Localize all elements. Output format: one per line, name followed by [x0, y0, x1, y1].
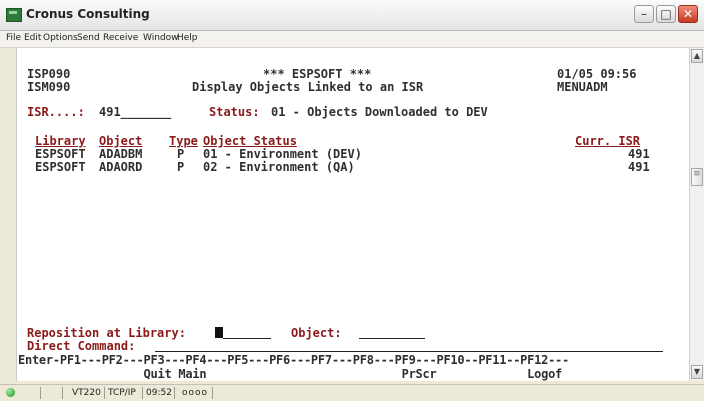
- row-type: P: [177, 160, 185, 174]
- library-field-blank: [223, 327, 271, 339]
- menu-options[interactable]: Options: [43, 33, 78, 43]
- menu-file[interactable]: File: [6, 33, 21, 43]
- protocol: TCP/IP: [106, 387, 143, 399]
- isr-input[interactable]: 491_______: [99, 106, 171, 119]
- window-title: Cronus Consulting: [26, 7, 150, 21]
- row-status: 02 - Environment (QA): [203, 160, 355, 174]
- direct-command-label: Direct Command:: [27, 339, 136, 353]
- status-time: 09:52: [144, 387, 175, 399]
- function-key-line[interactable]: Enter-PF1---PF2---PF3---PF4---PF5---PF6-…: [18, 354, 569, 367]
- menu-window[interactable]: Window: [143, 33, 179, 43]
- screen-title: Display Objects Linked to an ISR: [192, 80, 424, 94]
- status-cell-blank-2: [42, 387, 63, 399]
- keyboard-indicators: oooo: [178, 387, 213, 399]
- terminal-app-icon: [6, 8, 22, 22]
- format-id: ISM090: [27, 80, 71, 94]
- title-bar: Cronus Consulting – □ ✕: [0, 0, 704, 31]
- scroll-up-button[interactable]: ▲: [691, 49, 703, 63]
- status-cell-blank-1: [20, 387, 41, 399]
- object-field-blank: [359, 327, 425, 339]
- maximize-button[interactable]: □: [656, 5, 676, 23]
- command-field-blank: [155, 340, 663, 352]
- emulation-type: VT220: [70, 387, 105, 399]
- scroll-down-button[interactable]: ▼: [691, 365, 703, 379]
- text-cursor: [215, 327, 223, 338]
- reposition-object-label: Object:: [291, 326, 342, 340]
- reposition-library-input[interactable]: [215, 327, 271, 340]
- vertical-scrollbar[interactable]: ▲ ▼: [689, 48, 704, 381]
- row-object: ADAORD: [99, 160, 143, 174]
- status-value: 01 - Objects Downloaded to DEV: [271, 105, 488, 119]
- status-label: Status:: [209, 105, 260, 119]
- status-bar: VT220 TCP/IP 09:52 oooo: [0, 384, 704, 401]
- close-button[interactable]: ✕: [678, 5, 698, 23]
- row-library: ESPSOFT: [35, 160, 86, 174]
- terminal-screen[interactable]: ISP090 ISM090 *** ESPSOFT *** Display Ob…: [16, 48, 690, 381]
- scroll-thumb[interactable]: [691, 168, 703, 186]
- reposition-object-input[interactable]: [359, 327, 425, 340]
- menu-edit[interactable]: Edit: [24, 33, 41, 43]
- isr-label: ISR....:: [27, 105, 85, 119]
- app-window: Cronus Consulting – □ ✕ File Edit Option…: [0, 0, 704, 401]
- direct-command-input[interactable]: [155, 340, 663, 353]
- menu-bar: File Edit Options Send Receive Window He…: [0, 31, 704, 48]
- menu-help[interactable]: Help: [177, 33, 198, 43]
- minimize-button[interactable]: –: [634, 5, 654, 23]
- menu-name: MENUADM: [557, 80, 608, 94]
- menu-receive[interactable]: Receive: [103, 33, 138, 43]
- menu-send[interactable]: Send: [77, 33, 100, 43]
- connection-status-icon: [6, 388, 15, 397]
- row-curr-isr: 491: [628, 160, 650, 174]
- function-key-descriptions: Quit Main PrScr Logof: [18, 367, 563, 381]
